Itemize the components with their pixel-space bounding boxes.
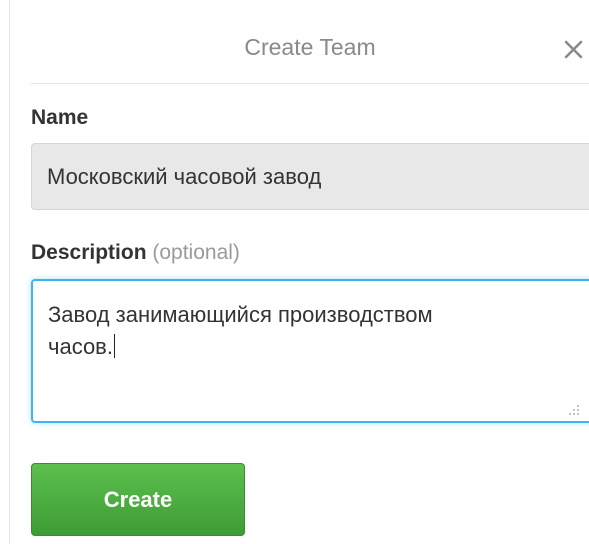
optional-hint: (optional) — [152, 241, 240, 264]
description-label-text: Description — [31, 241, 147, 264]
dialog-header: Create Team — [31, 0, 589, 84]
close-icon — [564, 40, 583, 59]
description-textarea[interactable]: Завод занимающийся производством часов. — [31, 279, 589, 423]
text-caret — [113, 334, 115, 358]
description-label: Description (optional) — [31, 241, 240, 265]
team-name-input[interactable] — [31, 143, 589, 210]
description-text: Завод занимающийся производством часов. — [48, 302, 433, 359]
create-team-dialog: Create Team Name Description (optional) … — [0, 0, 589, 544]
name-label: Name — [31, 106, 89, 129]
resize-grip-icon[interactable] — [567, 403, 581, 417]
dialog-left-border — [9, 0, 10, 544]
dialog-title: Create Team — [244, 34, 376, 60]
close-button[interactable] — [560, 33, 588, 63]
create-button[interactable]: Create — [31, 463, 245, 536]
